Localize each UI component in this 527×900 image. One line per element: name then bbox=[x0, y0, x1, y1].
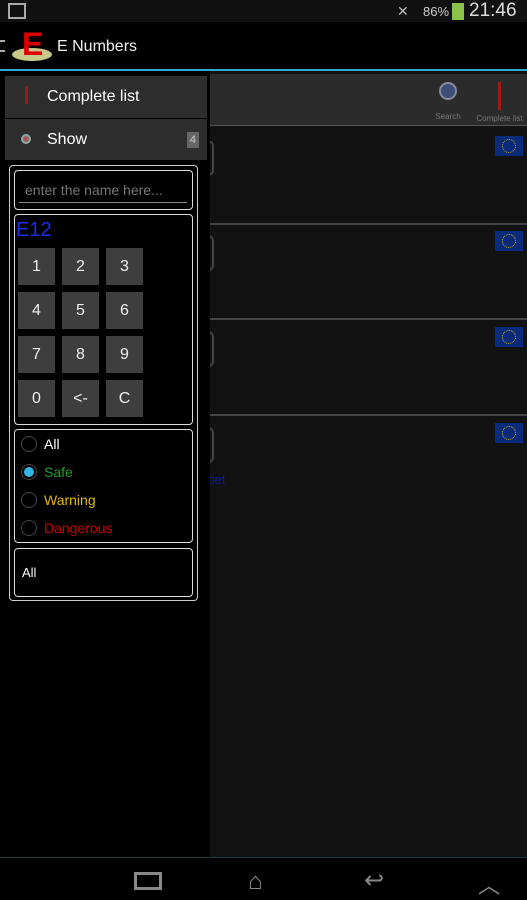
toolbar: Search Complete list bbox=[200, 74, 527, 126]
e-code-display: E12 bbox=[16, 219, 52, 241]
radio-dangerous[interactable]: Dangerous bbox=[21, 520, 113, 536]
radio-all[interactable]: All bbox=[21, 436, 60, 452]
drawer-toggle-icon[interactable] bbox=[0, 40, 5, 52]
back-icon[interactable]: ↩ bbox=[364, 866, 384, 895]
radio-icon bbox=[21, 436, 37, 452]
home-icon[interactable]: ⌂ bbox=[248, 868, 263, 896]
eu-flag-icon bbox=[495, 327, 523, 347]
action-bar: E E Numbers bbox=[0, 22, 527, 70]
keypad-key[interactable]: 7 bbox=[18, 336, 55, 373]
list-item[interactable] bbox=[200, 225, 527, 320]
keypad-key[interactable]: 9 bbox=[106, 336, 143, 373]
radio-warning[interactable]: Warning bbox=[21, 492, 96, 508]
recent-apps-icon[interactable] bbox=[134, 872, 162, 890]
magnifier-icon bbox=[5, 131, 47, 149]
menu-item-show[interactable]: Show 4 bbox=[5, 119, 207, 160]
app-logo[interactable]: E bbox=[12, 26, 54, 64]
keypad-key[interactable]: 0 bbox=[18, 380, 55, 417]
status-bar: ✕ 86% 21:46 bbox=[0, 0, 527, 22]
image-icon bbox=[8, 3, 26, 19]
keypad-key[interactable]: 1 bbox=[18, 248, 55, 285]
show-count-badge: 4 bbox=[186, 131, 199, 148]
keypad-key[interactable]: 3 bbox=[106, 248, 143, 285]
keypad-key[interactable]: <- bbox=[62, 380, 99, 417]
eu-flag-icon bbox=[495, 231, 523, 251]
menu-up-icon[interactable]: ︿ bbox=[478, 868, 500, 900]
keypad-key[interactable]: 5 bbox=[62, 292, 99, 329]
radio-icon bbox=[21, 464, 37, 480]
system-nav-bar: ⌂ ↩ ︿ bbox=[0, 857, 527, 900]
clock: 21:46 bbox=[469, 0, 517, 21]
filter-panel: E12 123 456 789 0<-C All Safe Warning Dangerou… bbox=[9, 165, 198, 601]
keypad-panel: E12 1 2 3 4 5 6 7 8 9 0 <- C bbox=[14, 214, 193, 425]
eu-flag-icon bbox=[495, 136, 523, 156]
exclamation-icon bbox=[498, 82, 501, 110]
keypad-key[interactable]: 8 bbox=[62, 336, 99, 373]
menu-item-complete-list[interactable]: Complete list bbox=[5, 76, 207, 118]
mute-icon: ✕ bbox=[397, 3, 409, 19]
name-search-field[interactable] bbox=[14, 170, 193, 210]
navigation-drawer: Complete list Show 4 E12 1234567890<-C A… bbox=[0, 71, 210, 857]
eu-flag-icon bbox=[495, 423, 523, 443]
battery-percent: 86% bbox=[423, 4, 450, 19]
name-search-input[interactable] bbox=[19, 177, 187, 203]
list-item[interactable]: set bbox=[200, 417, 527, 512]
keypad-key[interactable]: C bbox=[106, 380, 143, 417]
radio-icon bbox=[21, 492, 37, 508]
category-select[interactable]: All bbox=[14, 548, 193, 597]
app-title: E Numbers bbox=[57, 38, 138, 55]
keypad-key[interactable]: 4 bbox=[18, 292, 55, 329]
list-item[interactable] bbox=[200, 130, 527, 225]
battery-icon bbox=[452, 3, 464, 20]
list-item-text: set bbox=[208, 472, 226, 487]
radio-icon bbox=[21, 520, 37, 536]
search-icon bbox=[439, 82, 457, 100]
radio-safe[interactable]: Safe bbox=[21, 464, 73, 480]
safety-filter: All Safe Warning Dangerous bbox=[14, 429, 193, 543]
list-item[interactable] bbox=[200, 321, 527, 416]
exclamation-icon bbox=[5, 85, 47, 109]
keypad-key[interactable]: 6 bbox=[106, 292, 143, 329]
search-button[interactable]: Search bbox=[428, 82, 468, 124]
complete-list-button[interactable]: Complete list bbox=[472, 82, 527, 124]
keypad-key[interactable]: 2 bbox=[62, 248, 99, 285]
